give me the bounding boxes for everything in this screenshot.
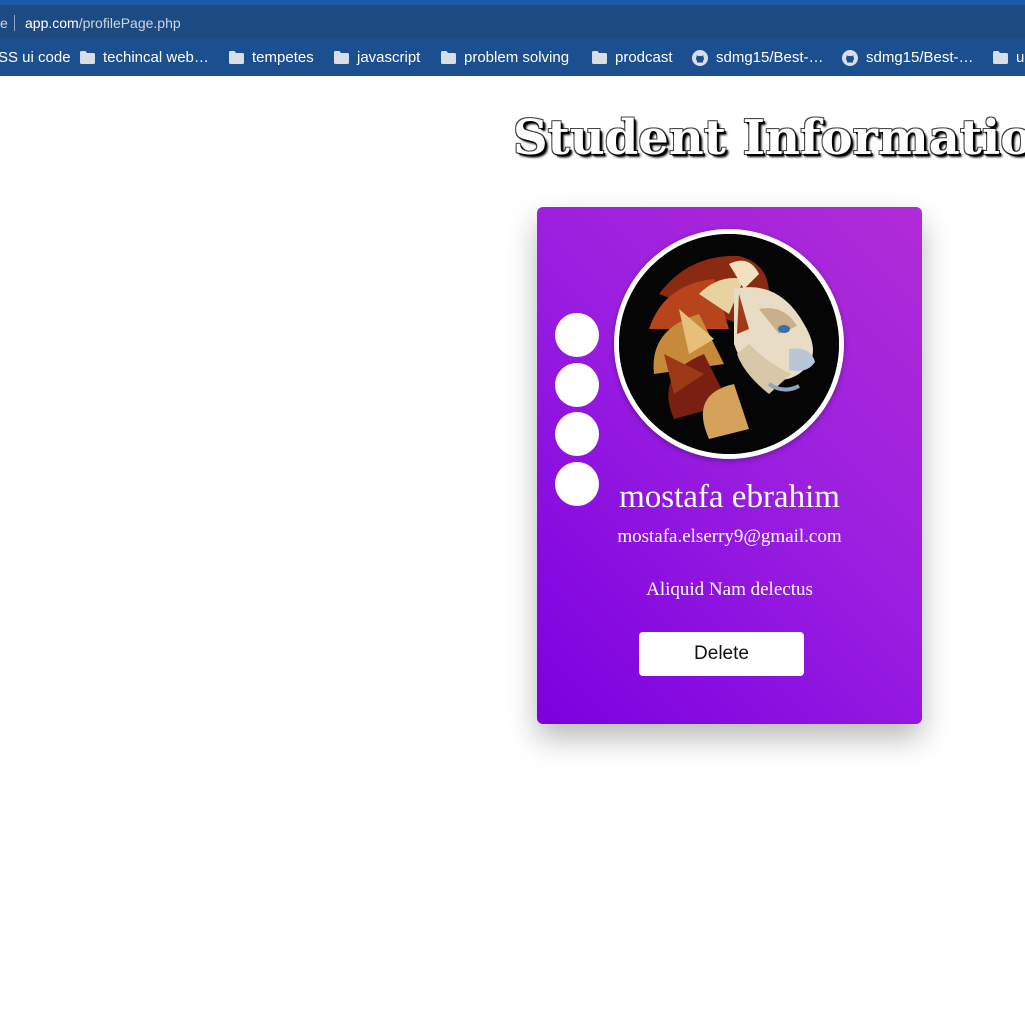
social-link-3[interactable] — [555, 412, 599, 456]
folder-icon — [993, 51, 1008, 64]
address-divider — [14, 15, 15, 31]
bookmark-item[interactable]: sdmg15/Best-… — [842, 39, 974, 76]
bookmark-item[interactable]: javascript — [334, 39, 420, 76]
page-title: Student Informatio — [513, 110, 1025, 166]
bookmark-item[interactable]: problem solving — [441, 39, 569, 76]
bookmark-label: problem solving — [464, 49, 570, 66]
folder-icon — [80, 51, 95, 64]
student-bio: Aliquid Nam delectus — [646, 579, 813, 600]
bookmark-item[interactable]: u — [993, 39, 1024, 76]
url-text[interactable]: app.com/profilePage.php — [25, 15, 181, 31]
url-path: /profilePage.php — [78, 15, 181, 31]
folder-icon — [334, 51, 349, 64]
bookmarks-bar: SS ui code techincal web… tempetes javas… — [0, 39, 1025, 76]
bookmark-label: SS ui code — [0, 49, 71, 66]
folder-icon — [441, 51, 456, 64]
folder-icon — [229, 51, 244, 64]
github-icon — [692, 49, 708, 66]
bookmark-label: prodcast — [615, 49, 673, 66]
tab-title-fragment: e — [0, 15, 8, 31]
bookmark-item[interactable]: techincal web… — [80, 39, 209, 76]
student-email: mostafa.elserry9@gmail.com — [617, 526, 842, 547]
bookmark-item[interactable]: prodcast — [592, 39, 673, 76]
url-host: app.com — [25, 15, 79, 31]
bookmark-item[interactable]: sdmg15/Best-… — [692, 39, 824, 76]
profile-card: mostafa ebrahim mostafa.elserry9@gmail.c… — [537, 207, 922, 724]
bookmark-label: techincal web… — [103, 49, 209, 66]
bookmark-item[interactable]: tempetes — [229, 39, 314, 76]
delete-button[interactable]: Delete — [639, 632, 804, 676]
address-bar[interactable]: e app.com/profilePage.php — [0, 5, 1025, 39]
avatar — [614, 229, 844, 459]
bookmark-label: u — [1016, 49, 1025, 66]
github-icon — [842, 49, 858, 66]
bookmark-label: sdmg15/Best-… — [716, 49, 824, 66]
bookmark-label: tempetes — [252, 49, 314, 66]
bookmark-item[interactable]: SS ui code — [0, 39, 71, 76]
bookmark-label: javascript — [357, 49, 421, 66]
social-link-2[interactable] — [555, 363, 599, 407]
social-link-1[interactable] — [555, 313, 599, 357]
student-name: mostafa ebrahim — [619, 479, 840, 515]
folder-icon — [592, 51, 607, 64]
lion-avatar-icon — [619, 234, 839, 454]
bookmark-label: sdmg15/Best-… — [866, 49, 974, 66]
